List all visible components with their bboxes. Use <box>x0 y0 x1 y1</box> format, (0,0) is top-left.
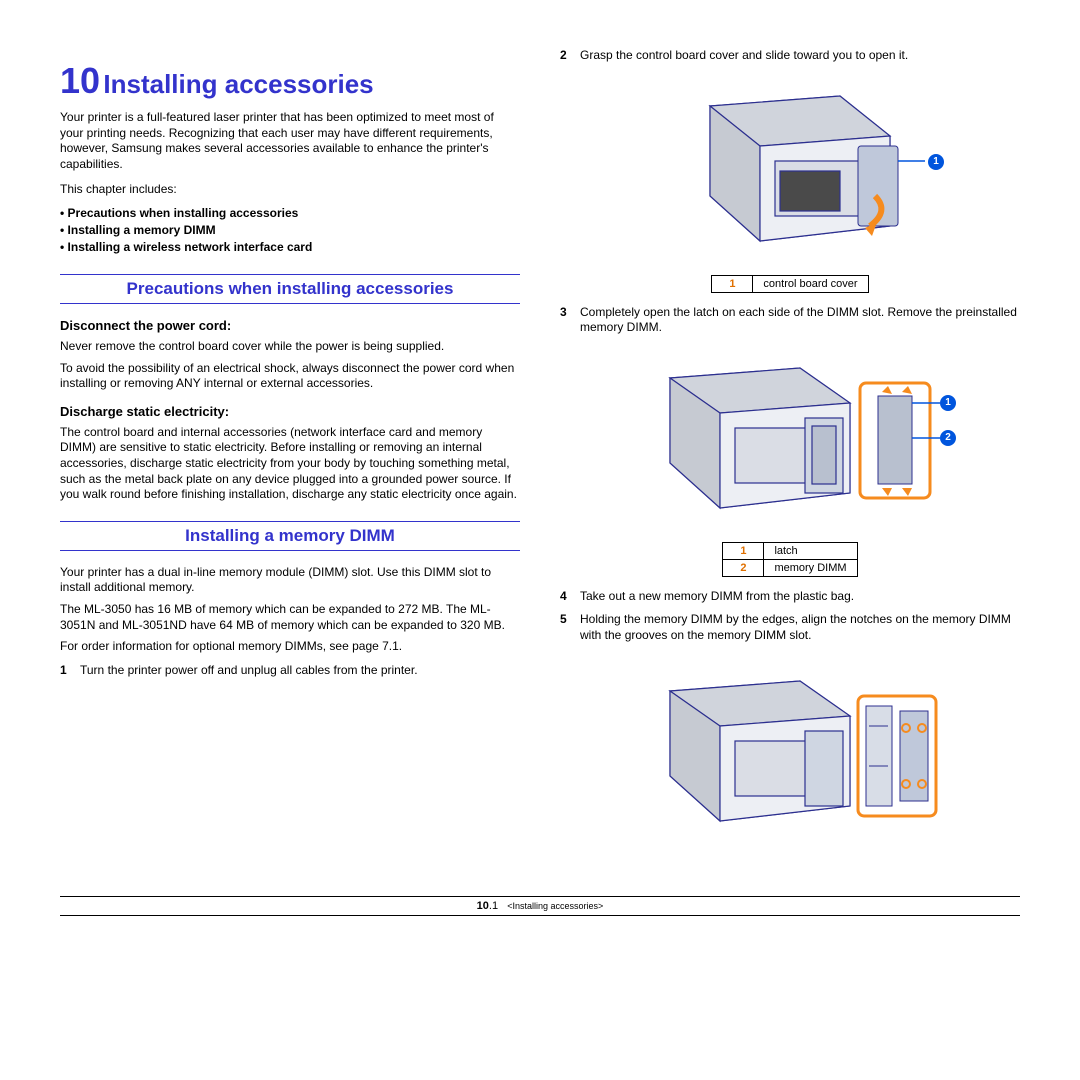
step-4: 4 Take out a new memory DIMM from the pl… <box>560 589 1020 605</box>
figure-step2: 1 1 control board cover <box>560 76 1020 293</box>
step-number: 3 <box>560 305 580 336</box>
step-number: 4 <box>560 589 580 605</box>
intro-paragraph: Your printer is a full-featured laser pr… <box>60 110 520 172</box>
subheading-disconnect: Disconnect the power cord: <box>60 318 520 333</box>
left-column: 10 Installing accessories Your printer i… <box>60 40 520 866</box>
warning-text: The control board and internal accessori… <box>60 425 520 503</box>
page-footer: 10.1 <Installing accessories> <box>60 896 1020 916</box>
step-1: 1 Turn the printer power off and unplug … <box>60 663 520 679</box>
section-heading-dimm: Installing a memory DIMM <box>60 521 520 551</box>
legend-label: latch <box>764 542 857 559</box>
step-text: Turn the printer power off and unplug al… <box>80 663 520 679</box>
body-text: Your printer has a dual in-line memory m… <box>60 565 520 596</box>
figure-step5 <box>560 656 1020 854</box>
step-text: Completely open the latch on each side o… <box>580 305 1020 336</box>
figure-legend: 1 latch 2 memory DIMM <box>722 542 857 577</box>
chapter-title: 10 Installing accessories <box>60 60 520 102</box>
printer-diagram-latch-icon <box>630 348 950 533</box>
callout-1-icon: 1 <box>928 154 944 170</box>
chapter-includes-label: This chapter includes: <box>60 182 520 198</box>
printer-diagram-cover-icon <box>640 76 940 266</box>
body-text: The ML-3050 has 16 MB of memory which ca… <box>60 602 520 633</box>
right-column: 2 Grasp the control board cover and slid… <box>560 40 1020 866</box>
chapter-number: 10 <box>60 60 100 101</box>
warning-text: Never remove the control board cover whi… <box>60 339 520 355</box>
step-text: Holding the memory DIMM by the edges, al… <box>580 612 1020 643</box>
chapter-contents-list: Precautions when installing accessories … <box>60 206 520 254</box>
figure-legend: 1 control board cover <box>711 275 868 293</box>
step-text: Grasp the control board cover and slide … <box>580 48 1020 64</box>
legend-num: 1 <box>723 542 764 559</box>
callout-1-icon: 1 <box>940 395 956 411</box>
footer-page: .1 <box>489 900 498 912</box>
section-heading-precautions: Precautions when installing accessories <box>60 274 520 304</box>
warning-text: To avoid the possibility of an electrica… <box>60 361 520 392</box>
subheading-discharge: Discharge static electricity: <box>60 404 520 419</box>
figure-step3: 1 2 1 latch 2 memory DIMM <box>560 348 1020 577</box>
body-text: For order information for optional memor… <box>60 639 520 655</box>
step-5: 5 Holding the memory DIMM by the edges, … <box>560 612 1020 643</box>
chapter-text: Installing accessories <box>103 69 373 99</box>
footer-label: <Installing accessories> <box>507 901 603 911</box>
legend-num: 1 <box>712 275 753 292</box>
toc-item[interactable]: Precautions when installing accessories <box>60 206 520 220</box>
printer-diagram-insert-icon <box>630 656 950 851</box>
step-2: 2 Grasp the control board cover and slid… <box>560 48 1020 64</box>
toc-item[interactable]: Installing a memory DIMM <box>60 223 520 237</box>
footer-chapter: 10 <box>477 900 489 912</box>
step-number: 5 <box>560 612 580 643</box>
step-number: 2 <box>560 48 580 64</box>
legend-label: control board cover <box>753 275 868 292</box>
step-number: 1 <box>60 663 80 679</box>
step-3: 3 Completely open the latch on each side… <box>560 305 1020 336</box>
step-text: Take out a new memory DIMM from the plas… <box>580 589 1020 605</box>
legend-num: 2 <box>723 559 764 576</box>
legend-label: memory DIMM <box>764 559 857 576</box>
toc-item[interactable]: Installing a wireless network interface … <box>60 240 520 254</box>
callout-2-icon: 2 <box>940 430 956 446</box>
